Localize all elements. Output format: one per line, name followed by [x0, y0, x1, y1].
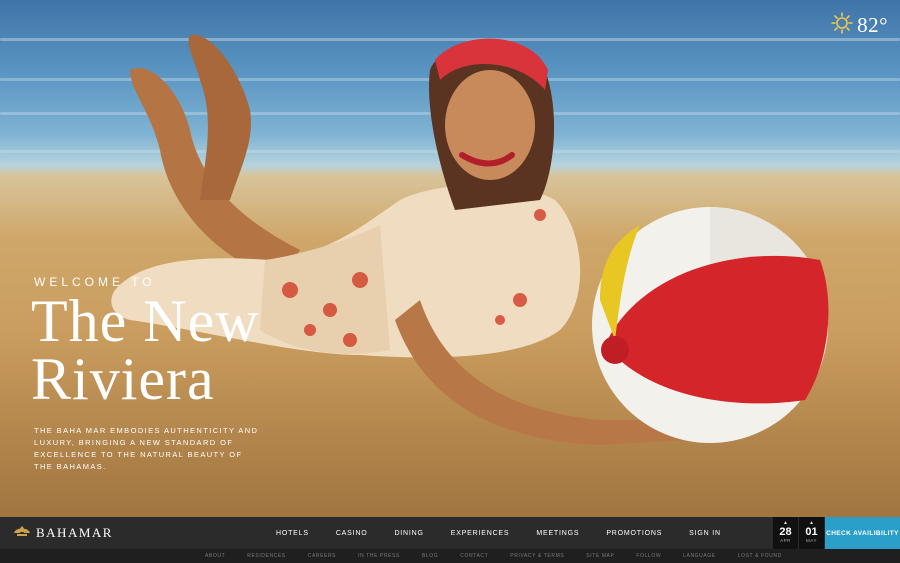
footer-link-blog[interactable]: BLOG [422, 553, 438, 559]
footer-nav: ABOUT RESIDENCES CAREERS IN THE PRESS BL… [205, 549, 804, 563]
footer-link-follow[interactable]: FOLLOW [636, 553, 661, 559]
footer-link-about[interactable]: ABOUT [205, 553, 225, 559]
checkin-day: 28 [779, 526, 792, 538]
headline-line-2: Riviera [31, 346, 215, 412]
nav-sign-in[interactable]: SIGN IN [689, 530, 721, 537]
brand-logo[interactable]: BAHAMAR [14, 517, 113, 549]
nav-dining[interactable]: DINING [394, 530, 423, 537]
nav-experiences[interactable]: EXPERIENCES [451, 530, 510, 537]
footer-link-lost-found[interactable]: LOST & FOUND [738, 553, 782, 559]
checkin-date-picker[interactable]: ▲ 28 APR [773, 517, 798, 549]
palm-crest-icon [14, 524, 30, 543]
footer-bar: ABOUT RESIDENCES CAREERS IN THE PRESS BL… [0, 549, 900, 563]
checkin-month: APR [780, 538, 791, 543]
headline-line-1: The New [31, 288, 260, 354]
footer-link-sitemap[interactable]: SITE MAP [586, 553, 614, 559]
footer-link-residences[interactable]: RESIDENCES [247, 553, 286, 559]
footer-link-privacy[interactable]: PRIVACY & TERMS [510, 553, 564, 559]
welcome-eyebrow: WELCOME TO [34, 275, 156, 289]
footer-link-language[interactable]: LANGUAGE [683, 553, 716, 559]
checkout-date-picker[interactable]: ▲ 01 MAY [799, 517, 824, 549]
checkout-month: MAY [806, 538, 817, 543]
hero-headline: The New Riviera [31, 288, 260, 412]
nav-casino[interactable]: CASINO [336, 530, 368, 537]
nav-hotels[interactable]: HOTELS [276, 530, 309, 537]
brand-wordmark: BAHAMAR [36, 525, 113, 540]
footer-link-contact[interactable]: CONTACT [460, 553, 488, 559]
hero-description: THE BAHA MAR EMBODIES AUTHENTICITY AND L… [34, 426, 259, 471]
check-availability-button[interactable]: CHECK AVAILIBILITY [825, 517, 900, 549]
footer-link-press[interactable]: IN THE PRESS [358, 553, 400, 559]
weather-widget: 82° [831, 12, 888, 39]
temperature-readout: 82° [857, 13, 888, 37]
main-bar: BAHAMAR HOTELS CASINO DINING EXPERIENCES… [0, 517, 900, 549]
nav-meetings[interactable]: MEETINGS [536, 530, 579, 537]
checkout-day: 01 [805, 526, 818, 538]
footer-link-careers[interactable]: CAREERS [308, 553, 336, 559]
sun-icon [831, 12, 853, 39]
nav-promotions[interactable]: PROMOTIONS [606, 530, 662, 537]
main-nav: HOTELS CASINO DINING EXPERIENCES MEETING… [276, 517, 748, 549]
